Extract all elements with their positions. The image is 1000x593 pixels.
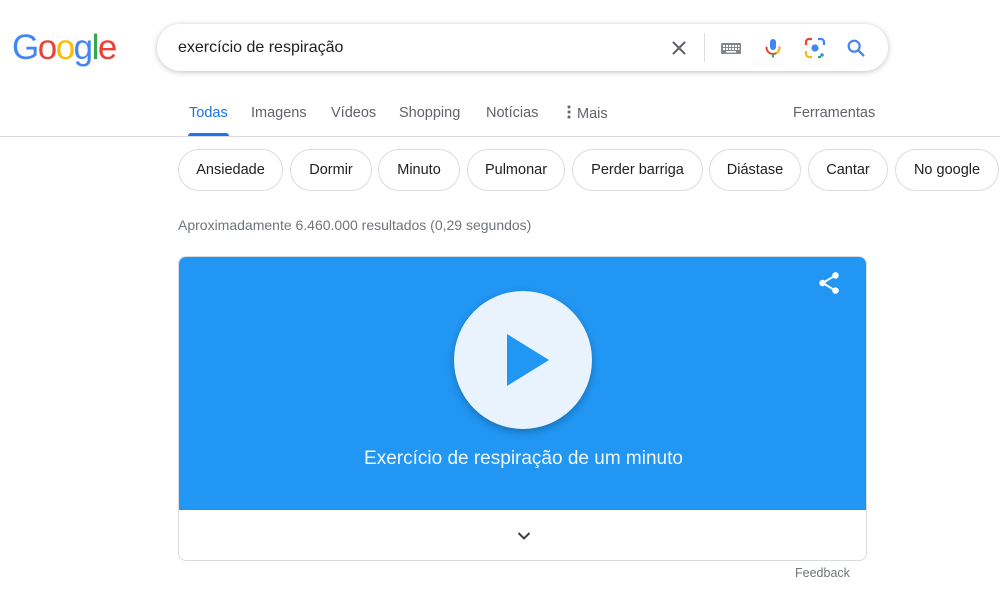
search-divider xyxy=(704,33,705,62)
card-title: Exercício de respiração de um minuto xyxy=(364,448,683,469)
chip-label: Pulmonar xyxy=(484,162,548,178)
lens-icon[interactable] xyxy=(802,35,828,61)
keyboard-icon[interactable] xyxy=(718,35,744,61)
play-icon xyxy=(507,334,549,386)
chevron-down-icon xyxy=(517,532,530,540)
result-stats: Aproximadamente 6.460.000 resultados (0,… xyxy=(178,217,532,233)
tab-shopping[interactable]: Shopping xyxy=(399,105,460,136)
logo-letter: o xyxy=(55,28,75,67)
tab-label: Todas xyxy=(189,105,228,121)
chip-label: No google xyxy=(913,162,981,178)
google-logo[interactable]: Google xyxy=(12,28,117,68)
logo-letter: g xyxy=(73,28,93,67)
chip-label: Minuto xyxy=(397,162,441,178)
more-vert-icon xyxy=(567,105,571,123)
chip-minuto[interactable]: Minuto xyxy=(378,149,460,191)
tab-noticias[interactable]: Notícias xyxy=(486,105,538,136)
tab-videos[interactable]: Vídeos xyxy=(331,105,376,136)
share-icon[interactable] xyxy=(816,270,842,296)
mic-icon[interactable] xyxy=(760,35,786,61)
tab-label: Shopping xyxy=(399,105,461,121)
logo-letter: o xyxy=(37,28,57,67)
tab-todas[interactable]: Todas xyxy=(188,105,229,136)
breathing-exercise-card: Exercício de respiração de um minuto xyxy=(178,256,867,561)
tab-label: Notícias xyxy=(486,105,539,121)
logo-letter: e xyxy=(97,28,117,67)
search-box xyxy=(157,24,888,71)
chip-label: Perder barriga xyxy=(591,162,684,178)
clear-icon[interactable] xyxy=(666,35,692,61)
logo-letter: G xyxy=(12,28,39,67)
tab-imagens[interactable]: Imagens xyxy=(251,105,307,136)
chip-no-google[interactable]: No google xyxy=(895,149,999,191)
chip-label: Dormir xyxy=(309,162,353,178)
chip-pulmonar[interactable]: Pulmonar xyxy=(467,149,565,191)
tab-label: Mais xyxy=(577,106,608,122)
search-input[interactable] xyxy=(178,24,648,71)
play-button[interactable] xyxy=(454,291,592,429)
tools-button[interactable]: Ferramentas xyxy=(793,105,875,136)
expand-button[interactable] xyxy=(179,510,866,560)
card-hero: Exercício de respiração de um minuto xyxy=(179,257,866,510)
chip-label: Diástase xyxy=(726,162,784,178)
tools-label: Ferramentas xyxy=(793,105,876,121)
chip-perder-barriga[interactable]: Perder barriga xyxy=(572,149,703,191)
chip-label: Cantar xyxy=(826,162,870,178)
tab-label: Imagens xyxy=(251,105,307,121)
tab-mais[interactable]: Mais xyxy=(567,105,608,136)
chip-ansiedade[interactable]: Ansiedade xyxy=(178,149,283,191)
chip-dormir[interactable]: Dormir xyxy=(290,149,372,191)
tab-label: Vídeos xyxy=(331,105,377,121)
search-icon[interactable] xyxy=(843,35,869,61)
chip-label: Ansiedade xyxy=(196,162,265,178)
search-tabs: Todas Imagens Vídeos Shopping Notícias M… xyxy=(0,92,1000,137)
chip-diastase[interactable]: Diástase xyxy=(709,149,801,191)
chip-cantar[interactable]: Cantar xyxy=(808,149,888,191)
feedback-link[interactable]: Feedback xyxy=(795,566,850,580)
